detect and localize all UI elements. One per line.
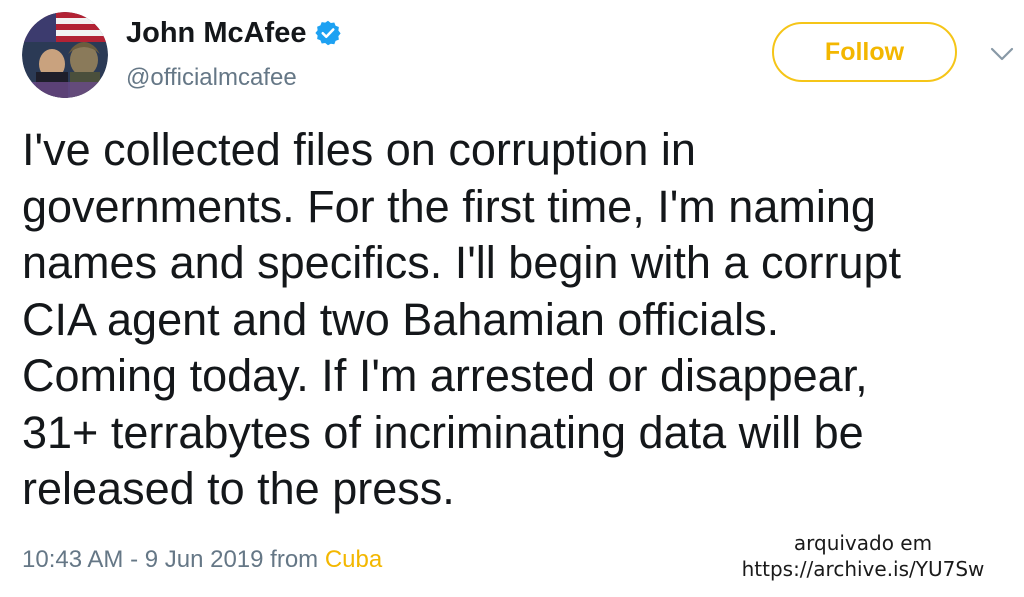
display-name[interactable]: John McAfee xyxy=(126,14,342,52)
tweet-source-link[interactable]: Cuba xyxy=(325,546,382,573)
from-label: from xyxy=(263,546,325,573)
verified-badge-icon xyxy=(314,19,342,47)
tweet-text-line: 31+ terrabytes of incriminating data wil… xyxy=(22,406,864,458)
tweet-metadata: 10:43 AM - 9 Jun 2019 from Cuba xyxy=(22,544,382,576)
tweet-text-line: released to the press. xyxy=(22,463,455,514)
tweet-card: John McAfee @officialmcafee Follow I've … xyxy=(0,0,1024,597)
tweet-text-line: governments. For the first time, I'm nam… xyxy=(22,180,876,232)
tweet-text: I've collected files on corruption in go… xyxy=(22,122,1012,518)
archive-label: arquivado em xyxy=(793,531,933,555)
tweet-timestamp[interactable]: 10:43 AM - 9 Jun 2019 xyxy=(22,546,264,573)
user-handle[interactable]: @officialmcafee xyxy=(126,62,297,94)
chevron-down-icon[interactable] xyxy=(988,44,1016,64)
tweet-text-line: CIA agent and two Bahamian officials. xyxy=(22,293,780,345)
tweet-text-line: Coming today. If I'm arrested or disappe… xyxy=(22,350,868,401)
avatar[interactable] xyxy=(22,12,108,98)
follow-button[interactable]: Follow xyxy=(772,22,957,82)
archive-url: https://archive.is/YU7Sw xyxy=(741,557,985,581)
tweet-text-line: names and specifics. I'll begin with a c… xyxy=(22,237,902,288)
tweet-text-line: I've collected files on corruption in xyxy=(22,124,696,175)
archive-watermark: arquivado em https://archive.is/YU7Sw xyxy=(728,530,998,582)
display-name-text: John McAfee xyxy=(126,17,307,49)
